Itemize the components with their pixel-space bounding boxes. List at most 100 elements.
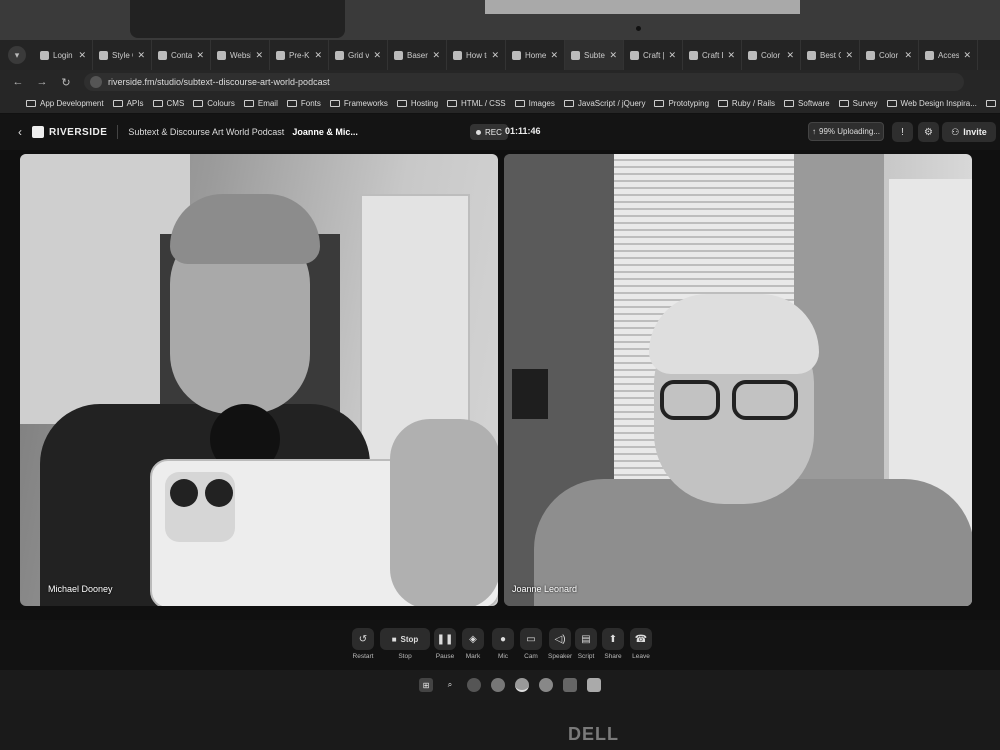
stop-button[interactable]: ■ Stop: [380, 628, 430, 650]
browser-tab[interactable]: Craft L ✕: [683, 40, 742, 70]
light-switch: [512, 369, 548, 419]
close-icon[interactable]: ✕: [550, 50, 558, 61]
cam-control[interactable]: ▭ Cam: [520, 628, 542, 660]
studio-title: Subtext & Discourse Art World Podcast: [128, 127, 285, 137]
notion-icon[interactable]: [587, 678, 601, 692]
browser-tab[interactable]: Acces ✕: [919, 40, 978, 70]
video-tile-michael[interactable]: Michael Dooney: [20, 154, 498, 606]
back-chevron-icon[interactable]: ‹: [18, 125, 22, 139]
bookmark-folder[interactable]: Frameworks: [329, 99, 388, 108]
stop-control[interactable]: ■ Stop Stop: [380, 628, 430, 660]
bookmark-folder[interactable]: Colours: [193, 99, 235, 108]
close-icon[interactable]: ✕: [609, 50, 617, 61]
leave-button[interactable]: ☎: [630, 628, 652, 650]
bookmark-folder[interactable]: JavaScript / jQuery: [563, 99, 645, 108]
tab-title: Best C: [820, 50, 841, 60]
reload-icon[interactable]: ↻: [60, 76, 72, 89]
close-icon[interactable]: ✕: [137, 50, 145, 61]
script-button[interactable]: ▤: [575, 628, 597, 650]
browser-tab[interactable]: Websi ✕: [211, 40, 270, 70]
pause-control[interactable]: ❚❚ Pause: [434, 628, 456, 660]
bookmark-folder[interactable]: Ruby / Rails: [717, 99, 775, 108]
browser-tab[interactable]: Home ✕: [506, 40, 565, 70]
close-icon[interactable]: ✕: [845, 50, 853, 61]
close-icon[interactable]: ✕: [196, 50, 204, 61]
video-tile-joanne[interactable]: Joanne Leonard: [504, 154, 972, 606]
mark-control[interactable]: ◈ Mark: [462, 628, 484, 660]
bookmark-folder[interactable]: Survey: [838, 99, 878, 108]
chat-button[interactable]: !: [892, 122, 913, 142]
mic-control[interactable]: ● Mic: [492, 628, 514, 660]
apps-grid-icon[interactable]: [16, 99, 17, 109]
terminal-icon[interactable]: [563, 678, 577, 692]
share-control[interactable]: ⬆ Share: [602, 628, 624, 660]
bookmark-folder[interactable]: Email: [243, 99, 278, 108]
settings-button[interactable]: ⚙: [918, 122, 939, 142]
upload-status-button[interactable]: ↑ 99% Uploading...: [808, 122, 884, 141]
browser-tab[interactable]: Login ✕: [34, 40, 93, 70]
folder-icon: [717, 100, 728, 107]
invite-button[interactable]: ⚇ Invite: [942, 122, 996, 142]
cam-button[interactable]: ▭: [520, 628, 542, 650]
browser-tab[interactable]: Color F ✕: [742, 40, 801, 70]
start-windows-icon[interactable]: ⊞: [419, 678, 433, 692]
bookmark-folder[interactable]: App Development: [26, 99, 104, 108]
app-icon[interactable]: [491, 678, 505, 692]
bookmark-label: App Development: [40, 99, 104, 108]
bookmark-folder[interactable]: CMS: [152, 99, 184, 108]
close-icon[interactable]: ✕: [314, 50, 322, 61]
pause-button[interactable]: ❚❚: [434, 628, 456, 650]
bookmark-folder[interactable]: Software: [784, 99, 830, 108]
bookmark-folder[interactable]: Hosting: [396, 99, 438, 108]
close-icon[interactable]: ✕: [373, 50, 381, 61]
close-icon[interactable]: ✕: [491, 50, 499, 61]
bookmark-folder[interactable]: Images: [514, 99, 555, 108]
search-icon[interactable]: ⌕: [443, 678, 457, 692]
address-bar[interactable]: riverside.fm/studio/subtext--discourse-a…: [84, 73, 964, 91]
bookmark-folder[interactable]: Wireframing: [985, 99, 1000, 108]
share-button[interactable]: ⬆: [602, 628, 624, 650]
tab-search-chevron-icon[interactable]: ▾: [8, 46, 26, 64]
browser-tab[interactable]: Color I ✕: [860, 40, 919, 70]
session-name[interactable]: Joanne & Mic...: [292, 127, 358, 137]
browser-tab[interactable]: Craft | ✕: [624, 40, 683, 70]
browser-tab[interactable]: Conta ✕: [152, 40, 211, 70]
close-icon[interactable]: ✕: [904, 50, 912, 61]
bookmark-folder[interactable]: APIs: [112, 99, 144, 108]
browser-tab[interactable]: Pre-Ki ✕: [270, 40, 329, 70]
browser-tab[interactable]: Subtex ✕: [565, 40, 624, 70]
mark-button[interactable]: ◈: [462, 628, 484, 650]
restart-button[interactable]: ↺: [352, 628, 374, 650]
bookmark-folder[interactable]: HTML / CSS: [447, 99, 506, 108]
firefox-icon[interactable]: [467, 678, 481, 692]
tab-title: Acces: [938, 50, 960, 60]
site-info-icon[interactable]: [90, 76, 102, 88]
script-control[interactable]: ▤ Script: [575, 628, 597, 660]
browser-tab[interactable]: Style G ✕: [93, 40, 152, 70]
close-icon[interactable]: ✕: [432, 50, 440, 61]
close-icon[interactable]: ✕: [963, 50, 971, 61]
speaker-button[interactable]: ◁): [549, 628, 572, 650]
page-icon: [394, 50, 403, 60]
close-icon[interactable]: ✕: [786, 50, 794, 61]
browser-tab[interactable]: Best C ✕: [801, 40, 860, 70]
leave-control[interactable]: ☎ Leave: [630, 628, 652, 660]
close-icon[interactable]: ✕: [668, 50, 676, 61]
browser-tab[interactable]: How to ✕: [447, 40, 506, 70]
forward-arrow-icon[interactable]: →: [36, 76, 48, 88]
bookmark-folder[interactable]: Prototyping: [654, 99, 709, 108]
speaker-control[interactable]: ◁) Speaker: [548, 628, 572, 660]
mic-button[interactable]: ●: [492, 628, 514, 650]
close-icon[interactable]: ✕: [255, 50, 263, 61]
bookmark-folder[interactable]: Fonts: [286, 99, 321, 108]
chrome-icon[interactable]: [515, 678, 529, 692]
browser-tab[interactable]: Grid vi ✕: [329, 40, 388, 70]
bookmark-folder[interactable]: Web Design Inspira...: [886, 99, 977, 108]
close-icon[interactable]: ✕: [78, 50, 86, 61]
restart-control[interactable]: ↺ Restart: [352, 628, 374, 660]
riverside-logo[interactable]: RIVERSIDE: [32, 126, 107, 138]
browser-tab[interactable]: Baserc ✕: [388, 40, 447, 70]
close-icon[interactable]: ✕: [727, 50, 735, 61]
shield-icon[interactable]: [539, 678, 553, 692]
back-arrow-icon[interactable]: ←: [12, 76, 24, 88]
